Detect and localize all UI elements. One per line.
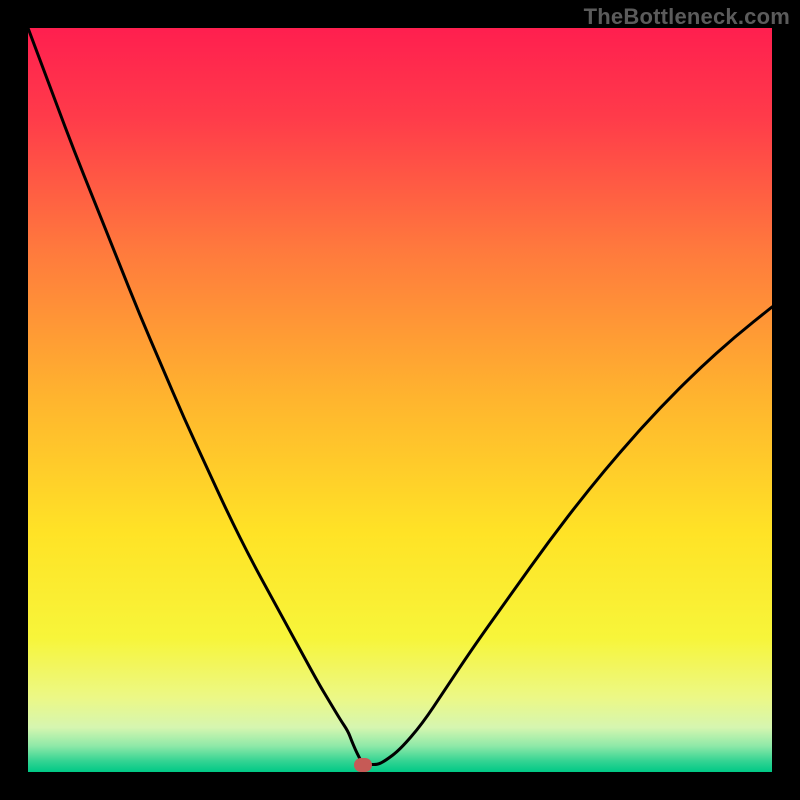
bottleneck-chart xyxy=(28,28,772,772)
watermark-text: TheBottleneck.com xyxy=(584,4,790,30)
optimal-point-marker xyxy=(354,758,372,772)
chart-frame: TheBottleneck.com xyxy=(0,0,800,800)
gradient-backdrop xyxy=(28,28,772,772)
